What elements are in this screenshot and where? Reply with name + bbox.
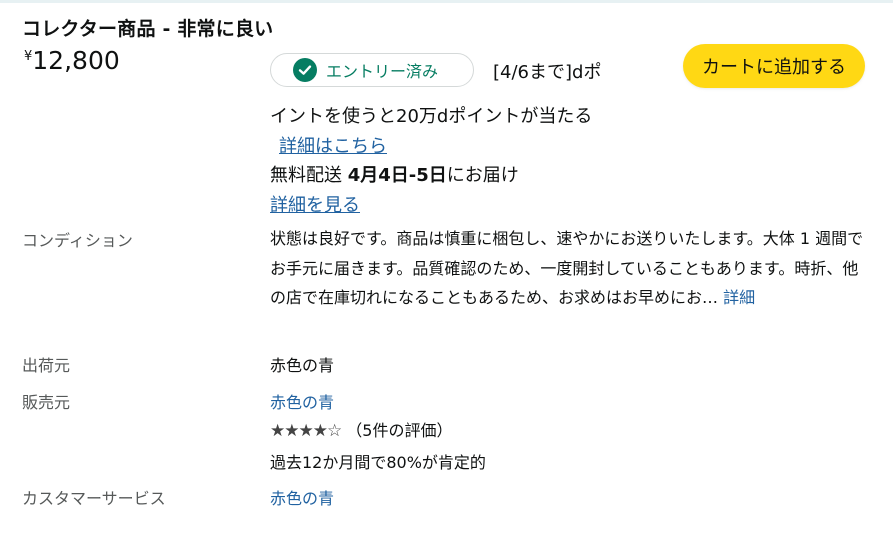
delivery-suffix: にお届け (446, 165, 519, 186)
seller-positive-rate: 過去12か月間で80%が肯定的 (270, 453, 486, 472)
check-circle-icon (293, 58, 317, 82)
seller-rating[interactable]: ★★★★☆ （5件の評価） (270, 417, 452, 441)
price-amount: 12,800 (32, 46, 120, 75)
customer-service-label: カスタマーサービス (22, 489, 166, 508)
promo-text-line2: イントを使うと20万dポイントが当たる (270, 106, 593, 127)
customer-service-link[interactable]: 赤色の青 (270, 485, 334, 509)
promo-details-link[interactable]: 詳細はこちら (279, 132, 387, 158)
entry-status-badge: エントリー済み (270, 53, 474, 87)
seller-link[interactable]: 赤色の青 (270, 389, 334, 413)
condition-text: 状態は良好です。商品は慎重に梱包し、速やかにお送りいたします。大体 1 週間でお… (270, 229, 864, 307)
condition-label: コンディション (22, 231, 133, 250)
promo-text-line1: [4/6まで]dポ (493, 62, 602, 83)
delivery-prefix: 無料配送 (270, 165, 348, 186)
star-icon: ★★★★☆ (270, 421, 342, 441)
offer-title: コレクター商品 - 非常に良い (22, 18, 274, 40)
price-currency-symbol: ¥ (24, 49, 33, 64)
delivery-date: 4月4日-5日 (347, 165, 447, 186)
seller-review-count: （5件の評価） (346, 421, 453, 440)
condition-description: 状態は良好です。商品は慎重に梱包し、速やかにお送りいたします。大体 1 週間でお… (270, 224, 870, 313)
delivery-info: 無料配送 4月4日-5日にお届け (270, 161, 519, 187)
sold-by-label: 販売元 (22, 393, 71, 412)
delivery-details-link[interactable]: 詳細を見る (270, 191, 360, 217)
top-divider (0, 0, 893, 3)
condition-more-link[interactable]: 詳細 (723, 288, 755, 307)
entry-status-label: エントリー済み (326, 62, 439, 81)
price: ¥12,800 (24, 46, 120, 75)
add-to-cart-button[interactable]: カートに追加する (683, 44, 865, 88)
ships-from-label: 出荷元 (22, 356, 71, 375)
ships-from-value: 赤色の青 (270, 356, 335, 375)
